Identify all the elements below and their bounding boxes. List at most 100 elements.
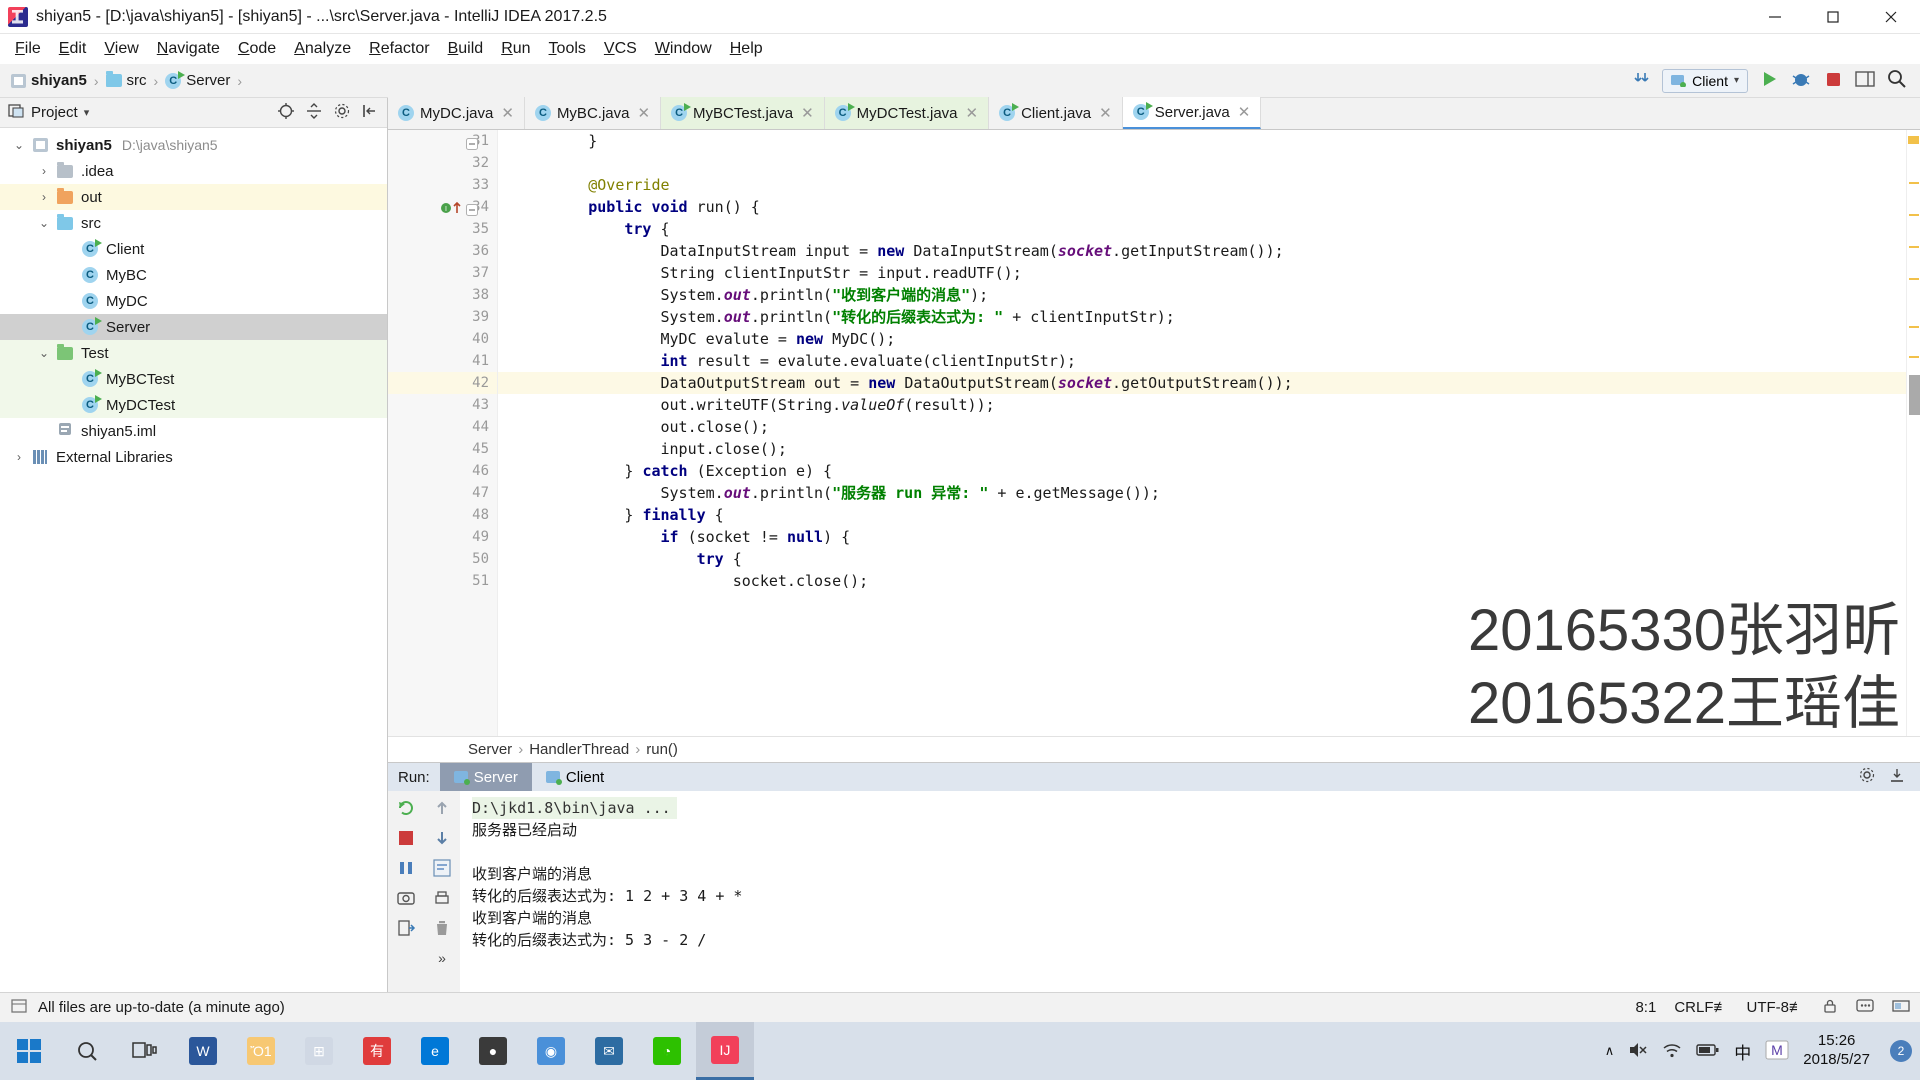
breadcrumb-module[interactable]: shiyan5 — [8, 72, 90, 89]
chevron-right-icon[interactable]: › — [33, 190, 55, 204]
breadcrumb-class[interactable]: C Server — [162, 70, 233, 89]
gutter-line-38[interactable]: 38 — [388, 284, 497, 306]
search-icon[interactable] — [1886, 68, 1908, 94]
ime-logo-icon[interactable]: M — [1765, 1039, 1789, 1064]
gutter-line-36[interactable]: 36 — [388, 240, 497, 262]
stop-button[interactable] — [1822, 68, 1844, 94]
layout-button[interactable] — [1854, 69, 1876, 93]
run-tab-server[interactable]: Server — [439, 763, 532, 791]
collapse-all-icon[interactable] — [305, 102, 323, 124]
gutter-line-48[interactable]: 48 — [388, 504, 497, 526]
crosshair-icon[interactable] — [277, 102, 295, 124]
event-log-icon[interactable] — [1856, 998, 1874, 1018]
code-line-51[interactable]: socket.close(); — [498, 570, 1906, 592]
editor-tab-server-java[interactable]: C Server.java ✕ — [1122, 97, 1262, 129]
wifi-icon[interactable] — [1662, 1041, 1682, 1062]
code-line-44[interactable]: out.close(); — [498, 416, 1906, 438]
close-icon[interactable]: ✕ — [1238, 103, 1251, 121]
notification-badge[interactable]: 2 — [1890, 1040, 1912, 1062]
youdao-dict-icon[interactable]: 有 — [348, 1022, 406, 1080]
chevron-down-icon[interactable]: ⌄ — [33, 346, 55, 360]
menu-item-help[interactable]: Help — [721, 38, 772, 60]
run-console-output[interactable]: D:\jkd1.8\bin\java ... 服务器已经启动 收到客户端的消息 转化的… — [460, 791, 1920, 992]
pause-icon[interactable] — [395, 857, 417, 879]
run-tab-client[interactable]: Client — [532, 763, 618, 791]
gutter-line-46[interactable]: 46 — [388, 460, 497, 482]
code-line-45[interactable]: input.close(); — [498, 438, 1906, 460]
code-line-43[interactable]: out.writeUTF(String.valueOf(result)); — [498, 394, 1906, 416]
print-icon[interactable] — [431, 887, 453, 909]
gutter-line-33[interactable]: 33 — [388, 174, 497, 196]
code-line-33[interactable]: @Override — [498, 174, 1906, 196]
task-view-icon[interactable] — [116, 1022, 174, 1080]
tree-node-external-libraries[interactable]: › External Libraries — [0, 444, 387, 470]
gutter-line-43[interactable]: 43 — [388, 394, 497, 416]
wrap-text-icon[interactable] — [431, 857, 453, 879]
gutter-line-37[interactable]: 37 — [388, 262, 497, 284]
ime-indicator[interactable]: 中 — [1734, 1039, 1751, 1064]
rerun-icon[interactable] — [395, 797, 417, 819]
word-icon[interactable]: W — [174, 1022, 232, 1080]
menu-item-file[interactable]: File — [6, 38, 50, 60]
code-line-37[interactable]: String clientInputStr = input.readUTF(); — [498, 262, 1906, 284]
code-line-39[interactable]: System.out.println("转化的后缀表达式为: " + clien… — [498, 306, 1906, 328]
gutter-line-41[interactable]: 41 — [388, 350, 497, 372]
tree-node-mydctest[interactable]: C MyDCTest — [0, 392, 387, 418]
code-line-36[interactable]: DataInputStream input = new DataInputStr… — [498, 240, 1906, 262]
gutter-line-47[interactable]: 47 — [388, 482, 497, 504]
chevron-down-icon[interactable]: ⌄ — [33, 216, 55, 230]
hide-panel-icon[interactable] — [1888, 766, 1906, 788]
code-line-46[interactable]: } catch (Exception e) { — [498, 460, 1906, 482]
menu-item-tools[interactable]: Tools — [540, 38, 595, 60]
gutter-line-42[interactable]: 42 — [388, 372, 497, 394]
download-updates-icon[interactable] — [1632, 69, 1652, 93]
down-arrow-icon[interactable] — [431, 827, 453, 849]
tree-node-out[interactable]: › out — [0, 184, 387, 210]
battery-icon[interactable] — [1696, 1043, 1720, 1060]
menu-item-vcs[interactable]: VCS — [595, 38, 646, 60]
close-icon[interactable]: ✕ — [1099, 104, 1112, 122]
gutter-line-39[interactable]: 39 — [388, 306, 497, 328]
gutter-line-31[interactable]: 31 — [388, 130, 497, 152]
project-tree[interactable]: ⌄ shiyan5 D:\java\shiyan5 › .idea › out ⌄ src C Cl… — [0, 128, 387, 992]
gutter-line-34[interactable]: 34 I — [388, 196, 497, 218]
close-icon[interactable]: ✕ — [966, 104, 979, 122]
expand-toolbar-icon[interactable]: » — [431, 947, 453, 969]
gutter-line-35[interactable]: 35 — [388, 218, 497, 240]
file-explorer-icon[interactable]: Ὄ1 — [232, 1022, 290, 1080]
editor-breadcrumb-item[interactable]: HandlerThread — [529, 741, 629, 758]
editor-breadcrumb[interactable]: Server › HandlerThread › run() — [388, 736, 1920, 762]
chevron-down-icon[interactable]: ▾ — [84, 106, 90, 119]
tree-node-mydc[interactable]: C MyDC — [0, 288, 387, 314]
gear-icon[interactable] — [333, 102, 351, 124]
tree-node--idea[interactable]: › .idea — [0, 158, 387, 184]
export-icon[interactable] — [395, 917, 417, 939]
tim-icon[interactable]: ● — [464, 1022, 522, 1080]
volume-mute-icon[interactable] — [1628, 1041, 1648, 1062]
intellij-idea-icon[interactable]: IJ — [696, 1022, 754, 1080]
gear-icon[interactable] — [1858, 766, 1876, 788]
code-line-40[interactable]: MyDC evalute = new MyDC(); — [498, 328, 1906, 350]
gutter-line-49[interactable]: 49 — [388, 526, 497, 548]
stop-icon[interactable] — [395, 827, 417, 849]
code-line-34[interactable]: public void run() { — [498, 196, 1906, 218]
windows-start-icon[interactable] — [0, 1022, 58, 1080]
gutter-line-32[interactable]: 32 — [388, 152, 497, 174]
code-line-50[interactable]: try { — [498, 548, 1906, 570]
run-configuration-selector[interactable]: Client ▾ — [1662, 68, 1748, 93]
menu-item-view[interactable]: View — [95, 38, 147, 60]
code-line-35[interactable]: try { — [498, 218, 1906, 240]
edge-browser-icon[interactable]: e — [406, 1022, 464, 1080]
editor-tab-mybc-java[interactable]: C MyBC.java ✕ — [524, 97, 662, 129]
gutter-line-44[interactable]: 44 — [388, 416, 497, 438]
trash-icon[interactable] — [431, 917, 453, 939]
code-line-42[interactable]: DataOutputStream out = new DataOutputStr… — [498, 372, 1906, 394]
lock-icon[interactable] — [1822, 998, 1838, 1018]
tree-node-shiyan5-iml[interactable]: shiyan5.iml — [0, 418, 387, 444]
cortana-search-icon[interactable] — [58, 1022, 116, 1080]
maximize-button[interactable] — [1804, 0, 1862, 34]
wechat-icon[interactable]: ◔ — [638, 1022, 696, 1080]
editor-tab-mydctest-java[interactable]: C MyDCTest.java ✕ — [824, 97, 990, 129]
mail-icon[interactable]: ✉ — [580, 1022, 638, 1080]
editor-tab-mydc-java[interactable]: C MyDC.java ✕ — [388, 97, 525, 129]
